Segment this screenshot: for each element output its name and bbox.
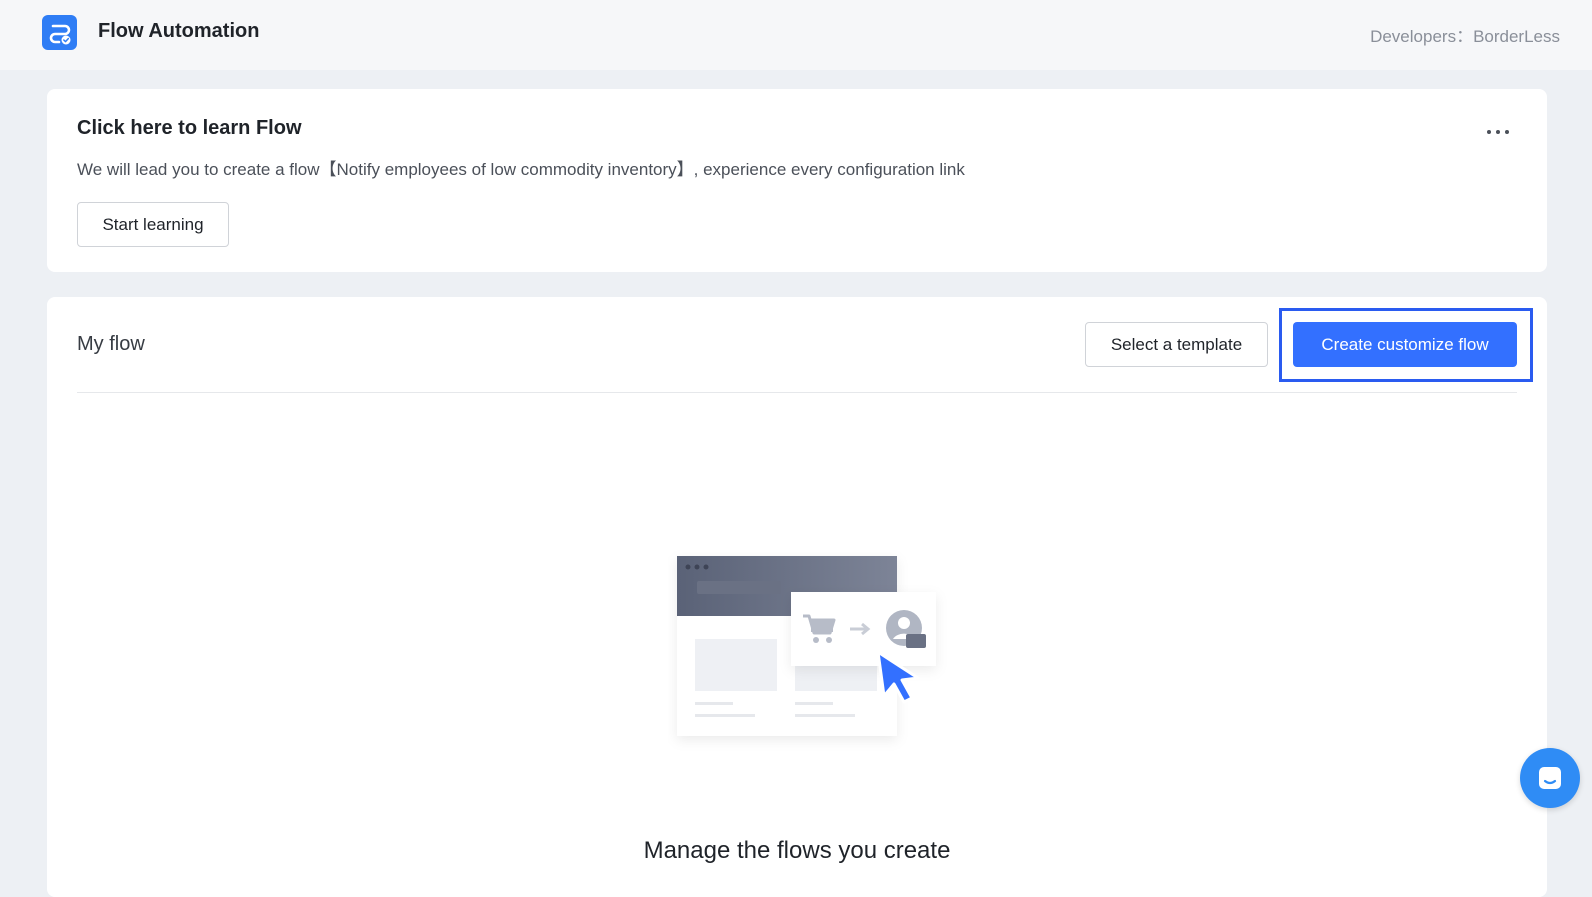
divider: [77, 392, 1517, 393]
empty-state-illustration: [677, 556, 936, 736]
top-bar: Flow Automation Developers：BorderLess: [0, 0, 1592, 70]
chat-icon[interactable]: [1520, 748, 1580, 808]
start-learning-button[interactable]: Start learning: [77, 202, 229, 247]
learn-card-title[interactable]: Click here to learn Flow: [77, 117, 302, 140]
developer-label: Developers：BorderLess: [1370, 27, 1560, 46]
learn-card-description: We will lead you to create a flow【Notify…: [77, 160, 965, 179]
my-flow-title: My flow: [77, 333, 145, 355]
more-horizontal-icon[interactable]: [1483, 117, 1513, 147]
flow-logo-icon[interactable]: [42, 15, 77, 50]
empty-state-title: Manage the flows you create: [643, 837, 951, 864]
app-title: Flow Automation: [98, 20, 260, 42]
my-flow-card: My flow Select a template Create customi…: [47, 297, 1547, 897]
learn-flow-card[interactable]: Click here to learn Flow We will lead yo…: [47, 89, 1547, 272]
create-customize-flow-button[interactable]: Create customize flow: [1293, 322, 1517, 367]
select-template-button[interactable]: Select a template: [1085, 322, 1268, 367]
